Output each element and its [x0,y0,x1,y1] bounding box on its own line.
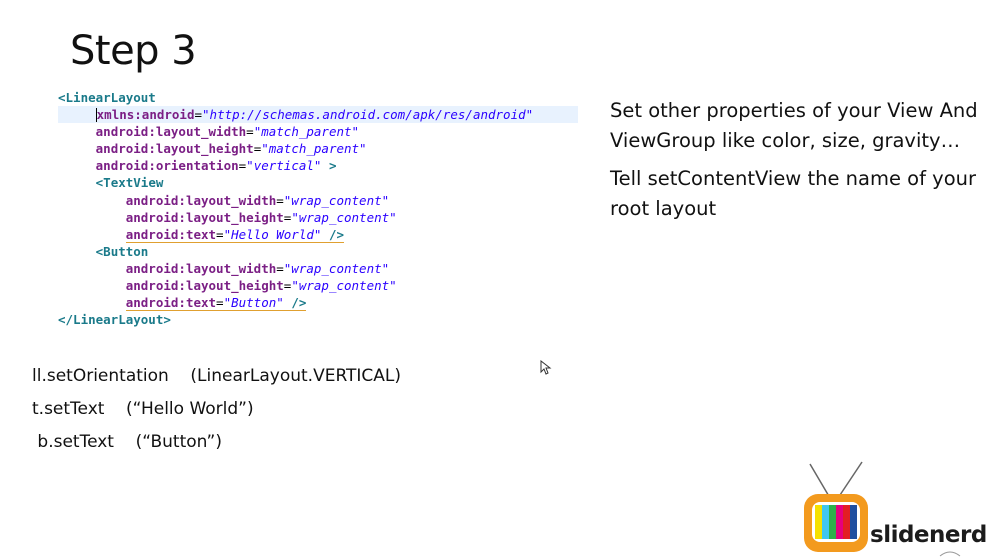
note-properties: Set other properties of your View And Vi… [610,99,978,152]
code-line: <Button [58,243,578,260]
code-token: "wrap_content" [291,278,397,294]
code-line: <TextView [58,174,578,191]
code-token: android:layout_width [95,124,247,140]
code-token: "Hello World" [223,226,322,242]
code-token: "vertical" [246,158,322,174]
code-token: = [216,226,224,242]
right-notes: Set other properties of your View And Vi… [610,96,980,232]
code-token: android:layout_height [95,141,254,157]
code-token: = [246,124,254,140]
code-token: <Button [95,243,149,259]
code-token: = [276,260,284,276]
xml-code-block: <LinearLayout xmlns:android="http://sche… [58,89,578,328]
code-token: "wrap_content" [283,260,390,276]
code-token: xmlns:android [96,107,195,123]
code-line: android:layout_width="match_parent" [58,123,578,140]
java-line-button: b.setText (“Button”) [32,432,222,452]
code-line: android:layout_height="wrap_content" [58,209,578,226]
code-line: <LinearLayout [58,89,578,106]
code-token: = [216,295,224,311]
java-line-settext: t.setText (“Hello World”) [32,399,254,419]
java-line-orientation: ll.setOrientation (LinearLayout.VERTICAL… [32,366,402,386]
code-line: android:layout_height="wrap_content" [58,277,578,294]
code-token: android:text [125,226,217,242]
code-line: xmlns:android="http://schemas.android.co… [58,106,578,124]
code-token: android:text [125,295,217,311]
code-line: android:text="Button" /> [58,294,578,312]
code-token: android:layout_width [125,260,277,276]
code-line: </LinearLayout> [58,311,578,328]
code-token: = [276,192,284,208]
code-token: "Button" [223,295,284,311]
code-line: android:orientation="vertical" > [58,157,578,174]
code-line: android:layout_height="match_parent" [58,140,578,157]
code-token: </LinearLayout> [58,312,171,328]
code-line: android:layout_width="wrap_content" [58,192,578,209]
code-token: "wrap_content" [291,209,397,225]
code-token: "http://schemas.android.com/apk/res/andr… [202,107,534,123]
brand-logo-text: slidenerd [870,522,987,548]
code-token: android:layout_height [125,209,284,225]
code-token: > [321,158,337,174]
code-token: <TextView [95,175,164,191]
code-line: android:text="Hello World" /> [58,226,578,243]
java-snippet: ll.setOrientation (LinearLayout.VERTICAL… [32,366,401,465]
code-token: android:layout_height [125,278,284,294]
note-setcontentview: Tell setContentView the name of your roo… [610,167,976,220]
code-line: android:layout_width="wrap_content" [58,260,578,277]
slide-title: Step 3 [70,28,197,74]
code-token: "wrap_content" [283,192,390,208]
mouse-pointer-icon [540,360,552,375]
code-token: /> [321,226,344,242]
code-token: <LinearLayout [58,90,156,105]
code-token: "match_parent" [253,124,360,140]
code-token: android:layout_width [125,192,277,208]
code-token: = [194,107,203,123]
code-token: "match_parent" [261,141,367,157]
code-token: /> [283,295,307,311]
code-token: android:orientation [95,158,239,174]
